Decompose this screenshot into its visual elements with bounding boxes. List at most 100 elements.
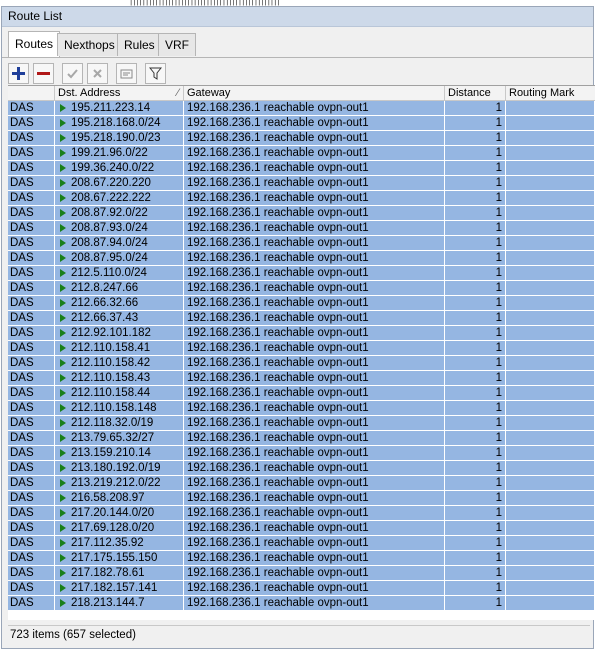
distance-cell: 1	[445, 146, 506, 160]
table-row[interactable]: DAS 212.66.37.43 192.168.236.1 reachable o…	[8, 311, 595, 326]
table-row[interactable]: DAS 216.58.208.97 192.168.236.1 reachable …	[8, 491, 595, 506]
tab-rules[interactable]: Rules	[117, 33, 162, 56]
gateway-cell-text: 192.168.236.1 reachable ovpn-out1	[187, 282, 369, 294]
distance-cell: 1	[445, 416, 506, 430]
add-button[interactable]	[8, 63, 29, 84]
table-row[interactable]: DAS 199.36.240.0/22 192.168.236.1 reachabl…	[8, 161, 595, 176]
column-header-distance[interactable]: Distance	[445, 86, 506, 100]
comment-button[interactable]	[116, 63, 137, 84]
table-row[interactable]: DAS 217.182.157.141 192.168.236.1 reachabl…	[8, 581, 595, 596]
distance-cell: 1	[445, 401, 506, 415]
table-row[interactable]: DAS 208.67.220.220 192.168.236.1 reachable…	[8, 176, 595, 191]
distance-cell-text: 1	[495, 327, 502, 339]
table-row[interactable]: DAS 208.87.92.0/22 192.168.236.1 reachable…	[8, 206, 595, 221]
column-header-flags[interactable]	[8, 86, 55, 100]
distance-cell-text: 1	[495, 252, 502, 264]
distance-cell: 1	[445, 596, 506, 610]
distance-cell-text: 1	[495, 432, 502, 444]
filter-button[interactable]	[145, 63, 166, 84]
dst-address-cell: 213.159.210.14	[55, 446, 184, 460]
gateway-cell: 192.168.236.1 reachable ovpn-out1	[184, 251, 445, 265]
active-route-icon	[60, 539, 66, 547]
table-row[interactable]: DAS 212.66.32.66 192.168.236.1 reachable o…	[8, 296, 595, 311]
gateway-cell-text: 192.168.236.1 reachable ovpn-out1	[187, 267, 369, 279]
gateway-cell: 192.168.236.1 reachable ovpn-out1	[184, 191, 445, 205]
table-row[interactable]: DAS 212.8.247.66 192.168.236.1 reachable o…	[8, 281, 595, 296]
dst-address-cell: 212.66.32.66	[55, 296, 184, 310]
route-list-window: Route List Routes Nexthops Rules VRF Dst…	[1, 6, 595, 649]
table-row[interactable]: DAS 208.87.94.0/24 192.168.236.1 reachable…	[8, 236, 595, 251]
dst-address-cell-text: 208.87.92.0/22	[71, 207, 148, 219]
table-row[interactable]: DAS 213.219.212.0/22 192.168.236.1 reachab…	[8, 476, 595, 491]
distance-cell: 1	[445, 236, 506, 250]
table-row[interactable]: DAS 195.218.190.0/23 192.168.236.1 reachab…	[8, 131, 595, 146]
table-row[interactable]: DAS 208.87.93.0/24 192.168.236.1 reachable…	[8, 221, 595, 236]
active-route-icon	[60, 179, 66, 187]
distance-cell-text: 1	[495, 387, 502, 399]
dst-address-cell-text: 212.110.158.148	[71, 402, 157, 414]
table-row[interactable]: DAS 212.92.101.182 192.168.236.1 reachable…	[8, 326, 595, 341]
dst-address-cell-text: 212.110.158.43	[71, 372, 151, 384]
table-row[interactable]: DAS 212.110.158.43 192.168.236.1 reachable…	[8, 371, 595, 386]
dst-address-cell: 217.175.155.150	[55, 551, 184, 565]
dst-address-cell: 217.182.78.61	[55, 566, 184, 580]
gateway-cell: 192.168.236.1 reachable ovpn-out1	[184, 206, 445, 220]
dst-address-cell-text: 199.36.240.0/22	[71, 162, 155, 174]
routing-mark-cell	[506, 326, 595, 340]
remove-button[interactable]	[33, 63, 54, 84]
route-flags-cell: DAS	[8, 191, 55, 205]
gateway-cell: 192.168.236.1 reachable ovpn-out1	[184, 296, 445, 310]
routing-mark-cell	[506, 266, 595, 280]
distance-cell-text: 1	[495, 417, 502, 429]
route-flags-cell-text: DAS	[10, 102, 34, 114]
column-header-dst-address[interactable]: Dst. Address ⁄	[55, 86, 184, 100]
disable-button[interactable]	[87, 63, 108, 84]
tab-vrf[interactable]: VRF	[158, 33, 196, 56]
table-row[interactable]: DAS 213.79.65.32/27 192.168.236.1 reachabl…	[8, 431, 595, 446]
table-row[interactable]: DAS 213.180.192.0/19 192.168.236.1 reachab…	[8, 461, 595, 476]
distance-cell: 1	[445, 386, 506, 400]
active-route-icon	[60, 284, 66, 292]
table-row[interactable]: DAS 217.182.78.61 192.168.236.1 reachable …	[8, 566, 595, 581]
table-row[interactable]: DAS 195.211.223.14 192.168.236.1 reachable…	[8, 101, 595, 116]
table-row[interactable]: DAS 217.69.128.0/20 192.168.236.1 reachabl…	[8, 521, 595, 536]
active-route-icon	[60, 164, 66, 172]
enable-button[interactable]	[62, 63, 83, 84]
tab-routes[interactable]: Routes	[8, 31, 61, 57]
table-row[interactable]: DAS 217.175.155.150 192.168.236.1 reachabl…	[8, 551, 595, 566]
table-row[interactable]: DAS 218.213.144.7 192.168.236.1 reachable …	[8, 596, 595, 611]
filter-icon	[149, 67, 162, 80]
tab-nexthops[interactable]: Nexthops	[57, 33, 122, 56]
table-row[interactable]: DAS 212.110.158.41 192.168.236.1 reachable…	[8, 341, 595, 356]
routing-mark-cell	[506, 101, 595, 115]
dst-address-cell: 199.36.240.0/22	[55, 161, 184, 175]
table-row[interactable]: DAS 212.5.110.0/24 192.168.236.1 reachable…	[8, 266, 595, 281]
table-row[interactable]: DAS 212.118.32.0/19 192.168.236.1 reachabl…	[8, 416, 595, 431]
table-row[interactable]: DAS 217.20.144.0/20 192.168.236.1 reachabl…	[8, 506, 595, 521]
gateway-cell-text: 192.168.236.1 reachable ovpn-out1	[187, 567, 369, 579]
active-route-icon	[60, 434, 66, 442]
table-row[interactable]: DAS 208.67.222.222 192.168.236.1 reachable…	[8, 191, 595, 206]
active-route-icon	[60, 104, 66, 112]
routing-mark-cell	[506, 401, 595, 415]
column-header-gateway[interactable]: Gateway	[184, 86, 445, 100]
table-row[interactable]: DAS 212.110.158.44 192.168.236.1 reachable…	[8, 386, 595, 401]
routing-mark-cell	[506, 461, 595, 475]
distance-cell: 1	[445, 491, 506, 505]
table-row[interactable]: DAS 212.110.158.42 192.168.236.1 reachable…	[8, 356, 595, 371]
table-body: DAS 195.211.223.14 192.168.236.1 reachable…	[8, 101, 595, 611]
table-row[interactable]: DAS 213.159.210.14 192.168.236.1 reachable…	[8, 446, 595, 461]
dst-address-cell-text: 216.58.208.97	[71, 492, 145, 504]
column-header-routing-mark[interactable]: Routing Mark	[506, 86, 595, 100]
table-row[interactable]: DAS 212.110.158.148 192.168.236.1 reachabl…	[8, 401, 595, 416]
gateway-cell-text: 192.168.236.1 reachable ovpn-out1	[187, 597, 369, 609]
table-row[interactable]: DAS 195.218.168.0/24 192.168.236.1 reachab…	[8, 116, 595, 131]
active-route-icon	[60, 494, 66, 502]
gateway-cell-text: 192.168.236.1 reachable ovpn-out1	[187, 117, 369, 129]
distance-cell-text: 1	[495, 552, 502, 564]
table-row[interactable]: DAS 199.21.96.0/22 192.168.236.1 reachable…	[8, 146, 595, 161]
route-flags-cell-text: DAS	[10, 552, 34, 564]
table-row[interactable]: DAS 208.87.95.0/24 192.168.236.1 reachable…	[8, 251, 595, 266]
routing-mark-cell	[506, 356, 595, 370]
table-row[interactable]: DAS 217.112.35.92 192.168.236.1 reachable …	[8, 536, 595, 551]
